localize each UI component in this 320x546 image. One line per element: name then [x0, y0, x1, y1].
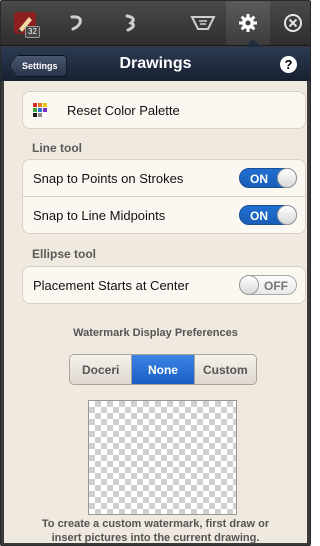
toggle-knob — [239, 275, 259, 295]
line-tool-group: Snap to Points on Strokes ON Snap to Lin… — [22, 159, 306, 234]
ellipse-tool-group: Placement Starts at Center OFF — [22, 266, 306, 304]
snap-midpoints-label: Snap to Line Midpoints — [33, 207, 166, 223]
watermark-section-title: Watermark Display Preferences — [73, 327, 238, 339]
palette-swatch — [43, 103, 47, 107]
snap-midpoints-toggle[interactable]: ON — [239, 205, 297, 225]
palette-swatch — [33, 108, 37, 112]
palette-swatch — [38, 103, 42, 107]
palette-swatch — [33, 113, 37, 117]
page-number-badge: 32 — [25, 26, 40, 38]
toggle-state-label: ON — [250, 209, 268, 223]
palette-swatch — [33, 103, 37, 107]
pencil-tool-button[interactable]: 32 — [3, 1, 47, 45]
line-tool-section-label: Line tool — [32, 141, 82, 155]
close-icon — [283, 13, 303, 33]
toggle-knob — [277, 205, 297, 225]
redo-button[interactable] — [109, 1, 153, 45]
reset-color-palette-row[interactable]: Reset Color Palette — [23, 92, 305, 128]
undo-button[interactable] — [55, 1, 99, 45]
ellipse-tool-section-label: Ellipse tool — [32, 247, 97, 261]
toggle-knob — [277, 168, 297, 188]
placement-center-row: Placement Starts at Center OFF — [23, 267, 305, 303]
palette-swatch — [38, 113, 42, 117]
snap-points-toggle[interactable]: ON — [239, 168, 297, 188]
palette-group: Reset Color Palette — [22, 91, 306, 129]
snap-points-row: Snap to Points on Strokes ON — [23, 160, 305, 196]
placement-center-toggle[interactable]: OFF — [239, 275, 297, 295]
toggle-state-label: OFF — [264, 279, 288, 293]
watermark-option-doceri[interactable]: Doceri — [70, 355, 132, 384]
color-palette-icon — [33, 103, 47, 117]
undo-icon — [67, 12, 87, 34]
help-icon[interactable]: ? — [280, 56, 297, 73]
palette-swatch — [43, 108, 47, 112]
watermark-caption-line: To create a custom watermark, first draw… — [41, 518, 270, 530]
watermark-preview — [88, 400, 237, 515]
palette-swatch — [38, 108, 42, 112]
placement-center-label: Placement Starts at Center — [33, 277, 190, 293]
watermark-option-custom[interactable]: Custom — [193, 355, 256, 384]
gear-icon — [238, 13, 258, 33]
settings-content: Reset Color Palette Line tool Snap to Po… — [4, 81, 307, 545]
settings-popover: 32 Settings Drawings ? Reset Color Palet… — [0, 0, 311, 546]
snap-points-label: Snap to Points on Strokes — [33, 170, 184, 186]
clear-screen-button[interactable] — [181, 1, 225, 45]
watermark-segmented-control: Doceri None Custom — [69, 354, 257, 385]
watermark-caption-line: insert pictures into the current drawing… — [51, 532, 260, 544]
toggle-state-label: ON — [250, 172, 268, 186]
watermark-option-none[interactable]: None — [131, 355, 194, 384]
redo-icon — [121, 12, 141, 34]
reset-color-palette-label: Reset Color Palette — [67, 102, 180, 118]
snap-midpoints-row: Snap to Line Midpoints ON — [23, 196, 305, 233]
top-toolbar: 32 — [1, 1, 310, 47]
nav-header: Settings Drawings ? — [1, 47, 310, 81]
close-button[interactable] — [271, 1, 310, 45]
clear-screen-icon — [190, 13, 216, 33]
page-title: Drawings — [119, 55, 192, 72]
watermark-caption: To create a custom watermark, first draw… — [4, 517, 307, 545]
popover-arrow — [245, 39, 261, 47]
palette-swatch — [43, 113, 47, 117]
